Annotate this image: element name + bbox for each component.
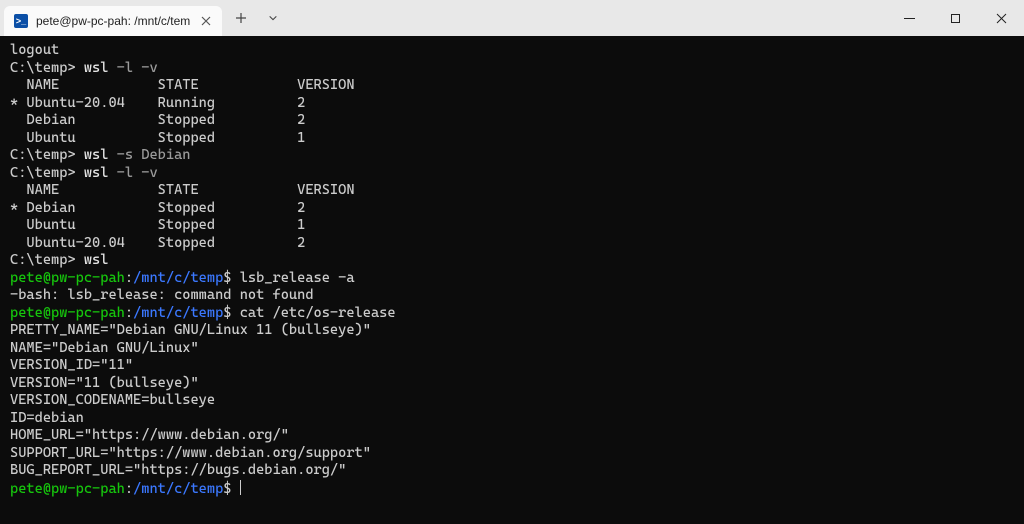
maximize-button[interactable] <box>932 0 978 36</box>
tab-label: pete@pw-pc-pah: /mnt/c/tem <box>36 14 190 28</box>
terminal-line: C:\temp> wsl -l -v <box>10 60 1014 78</box>
terminal-line: VERSION_CODENAME=bullseye <box>10 392 1014 410</box>
close-button[interactable] <box>978 0 1024 36</box>
terminal-line: VERSION_ID="11" <box>10 357 1014 375</box>
terminal-line: C:\temp> wsl -l -v <box>10 165 1014 183</box>
terminal-line: pete@pw-pc-pah:/mnt/c/temp$ <box>10 480 1014 499</box>
terminal-line: HOME_URL="https://www.debian.org/" <box>10 427 1014 445</box>
terminal-line: * Debian Stopped 2 <box>10 200 1014 218</box>
titlebar-drag-region[interactable] <box>292 0 886 36</box>
terminal-line: SUPPORT_URL="https://www.debian.org/supp… <box>10 445 1014 463</box>
terminal-tab[interactable]: >_ pete@pw-pc-pah: /mnt/c/tem <box>4 6 222 36</box>
terminal-line: logout <box>10 42 1014 60</box>
powershell-icon: >_ <box>14 14 28 28</box>
tab-strip: >_ pete@pw-pc-pah: /mnt/c/tem <box>0 0 222 36</box>
terminal-line: Ubuntu Stopped 1 <box>10 130 1014 148</box>
terminal-line: Ubuntu-20.04 Stopped 2 <box>10 235 1014 253</box>
terminal-line: VERSION="11 (bullseye)" <box>10 375 1014 393</box>
tab-actions <box>222 0 292 36</box>
terminal-line: * Ubuntu-20.04 Running 2 <box>10 95 1014 113</box>
tab-close-button[interactable] <box>198 13 214 29</box>
terminal-line: pete@pw-pc-pah:/mnt/c/temp$ cat /etc/os-… <box>10 305 1014 323</box>
terminal-pane[interactable]: logoutC:\temp> wsl -l -v NAME STATE VERS… <box>0 36 1024 524</box>
terminal-line: ID=debian <box>10 410 1014 428</box>
terminal-line: PRETTY_NAME="Debian GNU/Linux 11 (bullse… <box>10 322 1014 340</box>
minimize-button[interactable] <box>886 0 932 36</box>
window-controls <box>886 0 1024 36</box>
terminal-line: Ubuntu Stopped 1 <box>10 217 1014 235</box>
terminal-line: Debian Stopped 2 <box>10 112 1014 130</box>
terminal-line: C:\temp> wsl <box>10 252 1014 270</box>
terminal-line: C:\temp> wsl -s Debian <box>10 147 1014 165</box>
terminal-line: pete@pw-pc-pah:/mnt/c/temp$ lsb_release … <box>10 270 1014 288</box>
new-tab-button[interactable] <box>226 3 256 33</box>
terminal-line: BUG_REPORT_URL="https://bugs.debian.org/… <box>10 462 1014 480</box>
terminal-line: NAME STATE VERSION <box>10 77 1014 95</box>
titlebar: >_ pete@pw-pc-pah: /mnt/c/tem <box>0 0 1024 36</box>
terminal-line: NAME STATE VERSION <box>10 182 1014 200</box>
tab-dropdown-button[interactable] <box>258 3 288 33</box>
terminal-line: NAME="Debian GNU/Linux" <box>10 340 1014 358</box>
terminal-line: -bash: lsb_release: command not found <box>10 287 1014 305</box>
